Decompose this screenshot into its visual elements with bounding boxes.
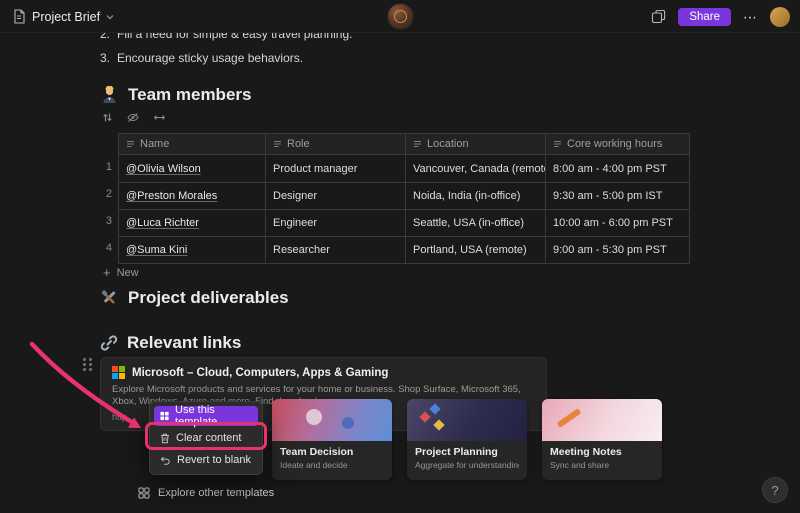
table-row: @Suma Kini Researcher Portland, USA (rem… — [119, 236, 689, 263]
cell-location[interactable]: Seattle, USA (in-office) — [406, 210, 546, 236]
topbar-actions: Share ⋯ — [651, 0, 790, 33]
cell-hours[interactable]: 9:30 am - 5:00 pm IST — [546, 183, 691, 209]
sort-icon[interactable] — [102, 112, 113, 123]
column-header-hours[interactable]: Core working hours — [546, 134, 691, 154]
team-members-heading: Team members — [100, 85, 251, 105]
share-button[interactable]: Share — [678, 8, 731, 26]
cell-name[interactable]: @Luca Richter — [119, 210, 266, 236]
revert-icon — [160, 455, 171, 466]
cell-hours[interactable]: 10:00 am - 6:00 pm PST — [546, 210, 691, 236]
table-new-row-button[interactable]: + New — [103, 266, 139, 279]
microsoft-logo-icon — [112, 366, 125, 379]
list-marker: 3. — [100, 51, 117, 65]
hide-eye-icon[interactable] — [127, 112, 139, 123]
cell-role[interactable]: Engineer — [266, 210, 406, 236]
plus-icon: + — [103, 266, 111, 279]
template-card-project-planning[interactable]: Project Planning Aggregate for understan… — [407, 399, 527, 480]
column-header-role[interactable]: Role — [266, 134, 406, 154]
menu-item-revert-blank[interactable]: Revert to blank — [154, 450, 258, 470]
user-avatar[interactable] — [770, 7, 790, 27]
template-thumbnail — [542, 399, 662, 441]
template-grid-icon — [160, 411, 169, 421]
table-row: @Olivia Wilson Product manager Vancouver… — [119, 155, 689, 182]
menu-item-use-template[interactable]: Use this template — [154, 406, 258, 426]
text-property-icon — [553, 140, 562, 148]
template-subtitle: Ideate and decide — [280, 460, 384, 470]
cell-name[interactable]: @Olivia Wilson — [119, 155, 266, 182]
template-thumbnail — [272, 399, 392, 441]
row-number: 1 — [96, 154, 112, 181]
row-number: 3 — [96, 208, 112, 235]
chevron-down-icon[interactable] — [106, 14, 114, 20]
table-row-numbers: 1 2 3 4 — [96, 154, 112, 262]
row-number: 4 — [96, 235, 112, 262]
cell-name[interactable]: @Preston Morales — [119, 183, 266, 209]
cell-name[interactable]: @Suma Kini — [119, 237, 266, 263]
template-title: Project Planning — [415, 446, 519, 458]
text-property-icon — [413, 140, 422, 148]
row-number: 2 — [96, 181, 112, 208]
cell-role[interactable]: Designer — [266, 183, 406, 209]
list-text: Encourage sticky usage behaviors. — [117, 51, 303, 65]
text-property-icon — [273, 140, 282, 148]
cell-hours[interactable]: 9:00 am - 5:30 pm PST — [546, 237, 691, 263]
table-row: @Luca Richter Engineer Seattle, USA (in-… — [119, 209, 689, 236]
resize-width-icon[interactable] — [153, 113, 166, 122]
template-card-team-decision[interactable]: Team Decision Ideate and decide — [272, 399, 392, 480]
copy-pages-icon[interactable] — [651, 9, 666, 24]
template-subtitle: Aggregate for understanding an... — [415, 460, 519, 470]
page-icon — [12, 9, 26, 24]
trash-icon — [160, 433, 170, 444]
text-property-icon — [126, 140, 135, 148]
relevant-links-heading: Relevant links — [100, 333, 241, 353]
template-subtitle: Sync and share — [550, 460, 654, 470]
cell-location[interactable]: Portland, USA (remote) — [406, 237, 546, 263]
deliverables-heading: Project deliverables — [100, 288, 289, 308]
template-title: Team Decision — [280, 446, 384, 458]
page-title: Project Brief — [32, 10, 100, 24]
template-context-menu: Use this template Clear content Revert t… — [149, 401, 263, 475]
breadcrumb[interactable]: Project Brief — [12, 0, 114, 33]
table-toolbar — [102, 112, 166, 123]
hammer-wrench-icon — [100, 289, 119, 308]
template-card-meeting-notes[interactable]: Meeting Notes Sync and share — [542, 399, 662, 480]
template-title: Meeting Notes — [550, 446, 654, 458]
topbar: Project Brief Share ⋯ — [0, 0, 800, 33]
help-button[interactable]: ? — [762, 477, 788, 503]
menu-item-clear-content[interactable]: Clear content — [154, 428, 258, 448]
block-drag-handle[interactable] — [83, 358, 92, 371]
link-icon — [100, 334, 118, 352]
table-row: @Preston Morales Designer Noida, India (… — [119, 182, 689, 209]
list-item: 3. Encourage sticky usage behaviors. — [100, 51, 303, 65]
notion-page: Project Brief Share ⋯ 2. Fill a need for… — [0, 0, 800, 513]
more-menu-button[interactable]: ⋯ — [743, 10, 758, 24]
cell-hours[interactable]: 8:00 am - 4:00 pm PST — [546, 155, 691, 182]
templates-grid-icon — [138, 487, 150, 499]
column-header-location[interactable]: Location — [406, 134, 546, 154]
table-header-row: Name Role Location Core working hours — [119, 134, 689, 155]
team-members-table: Name Role Location Core working hours @O… — [118, 133, 690, 264]
cell-location[interactable]: Noida, India (in-office) — [406, 183, 546, 209]
page-emblem-icon — [387, 3, 414, 30]
cell-role[interactable]: Product manager — [266, 155, 406, 182]
explore-templates-button[interactable]: Explore other templates — [138, 487, 274, 499]
link-title: Microsoft – Cloud, Computers, Apps & Gam… — [132, 367, 388, 379]
template-thumbnail — [407, 399, 527, 441]
cell-location[interactable]: Vancouver, Canada (remote) — [406, 155, 546, 182]
woman-office-worker-icon — [100, 86, 119, 105]
column-header-name[interactable]: Name — [119, 134, 266, 154]
cell-role[interactable]: Researcher — [266, 237, 406, 263]
